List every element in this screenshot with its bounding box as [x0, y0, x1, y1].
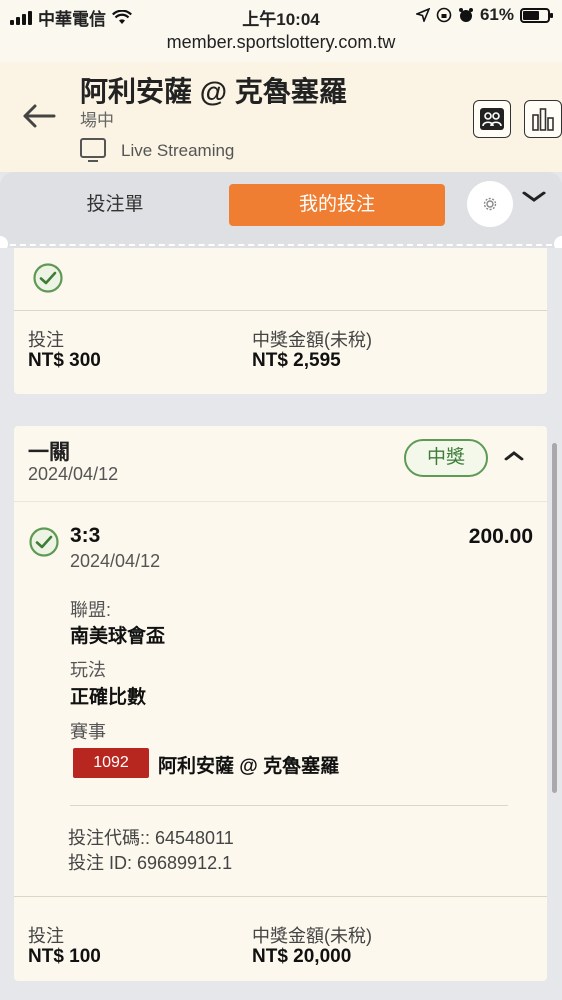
event-name: 阿利安薩 @ 克魯塞羅 [158, 756, 340, 777]
selection-score: 3:3 [70, 524, 101, 547]
back-arrow-icon[interactable] [22, 98, 56, 137]
stats-button[interactable] [524, 100, 562, 138]
chevron-down-icon[interactable] [521, 186, 546, 209]
payout-value: NT$ 20,000 [252, 946, 352, 967]
stake-label: 投注 [28, 926, 64, 946]
league-label: 聯盟: [70, 600, 112, 620]
market-label: 玩法 [70, 660, 106, 680]
event-label: 賽事 [70, 722, 106, 742]
payout-value: NT$ 2,595 [252, 350, 341, 371]
selection-odds: 200.00 [468, 525, 533, 548]
url-bar[interactable]: member.sportslottery.com.tw [0, 30, 562, 62]
status-right: 61% [415, 5, 553, 25]
event-code-badge: 1092 [73, 748, 149, 778]
location-icon [415, 8, 430, 22]
stake-label: 投注 [28, 330, 64, 350]
settings-button[interactable] [467, 181, 513, 227]
match-status: 場中 [80, 111, 114, 130]
divider [14, 896, 547, 897]
match-title: 阿利安薩 @ 克魯塞羅 [80, 76, 347, 107]
divider [14, 310, 547, 311]
bet-date: 2024/04/12 [28, 464, 119, 484]
bets-list[interactable]: 投注 NT$ 300 中獎金額(未稅) NT$ 2,595 一關 2024/04… [0, 248, 562, 1000]
stake-value: NT$ 100 [28, 946, 101, 967]
chevron-up-icon[interactable] [504, 446, 525, 466]
battery-percent: 61% [479, 5, 514, 24]
bet-card: 一關 2024/04/12 中獎 3:3 2024/04/12 200.00 聯… [14, 426, 547, 981]
lock-rotation-icon [436, 7, 452, 23]
alarm-icon [458, 8, 473, 22]
bet-type: 一關 [28, 441, 70, 464]
payout-label: 中獎金額(未稅) [252, 926, 372, 946]
divider [70, 805, 508, 806]
battery-icon [520, 7, 553, 23]
bet-code: 投注代碼:: 64548011 [68, 828, 234, 848]
tab-betslip[interactable]: 投注單 [40, 184, 190, 226]
match-header: 阿利安薩 @ 克魯塞羅 場中 Live Streaming [0, 62, 562, 172]
check-circle-icon [28, 526, 60, 563]
tv-icon[interactable] [80, 138, 106, 162]
payout-label: 中獎金額(未稅) [252, 330, 372, 350]
lineup-icon [480, 108, 504, 130]
status-bar: 中華電信 上午10:04 61% [0, 0, 562, 30]
bet-card-previous: 投注 NT$ 300 中獎金額(未稅) NT$ 2,595 [14, 248, 547, 394]
live-streaming-link[interactable]: Live Streaming [121, 141, 234, 161]
stake-value: NT$ 300 [28, 350, 101, 371]
gear-icon [483, 197, 497, 211]
tab-my-bets[interactable]: 我的投注 [229, 184, 445, 226]
check-circle-icon [32, 262, 64, 299]
league-value: 南美球會盃 [70, 626, 166, 647]
status-badge: 中獎 [404, 439, 488, 477]
bet-id: 投注 ID: 69689912.1 [68, 853, 233, 873]
lineup-button[interactable] [473, 100, 511, 138]
ticket-perforation [0, 244, 562, 246]
divider [14, 501, 547, 502]
market-value: 正確比數 [70, 687, 147, 708]
scrollbar[interactable] [552, 443, 557, 793]
stats-icon [532, 108, 554, 131]
bet-tab-bar: 投注單 我的投注 [0, 172, 562, 252]
selection-date: 2024/04/12 [70, 551, 161, 571]
